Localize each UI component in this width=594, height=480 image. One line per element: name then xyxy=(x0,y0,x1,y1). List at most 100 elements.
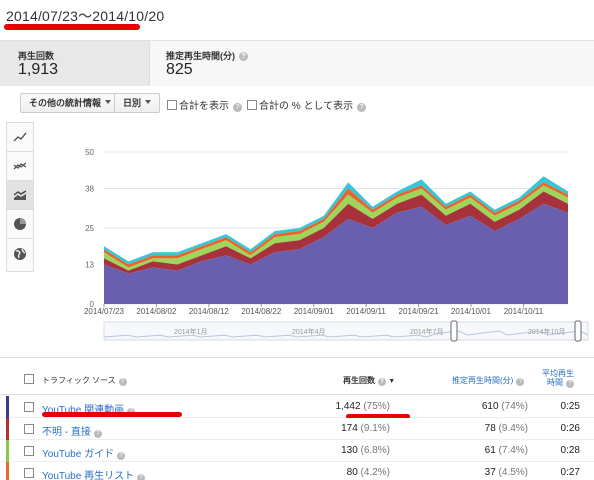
views-value: 174 xyxy=(341,423,358,434)
x-tick-label: 2014/09/01 xyxy=(294,307,335,316)
table-row: YouTube 再生リスト? 80 (4.2%) 37 (4.5%) 0:27 xyxy=(0,462,594,480)
x-tick-label: 2014/07/23 xyxy=(84,307,125,316)
help-icon[interactable]: ? xyxy=(137,474,146,480)
avg-value: 0:26 xyxy=(560,423,580,434)
show-total-pct-checkbox[interactable]: 合計の % として表示? xyxy=(247,97,367,112)
help-icon[interactable]: ? xyxy=(378,378,386,386)
header-source: トラフィック ソース xyxy=(42,376,116,385)
line-chart-button[interactable] xyxy=(7,123,33,152)
row-checkbox[interactable] xyxy=(24,446,34,456)
interval-label: 日別 xyxy=(123,98,142,108)
series-color-stripe xyxy=(6,462,9,480)
time-pct: (74%) xyxy=(501,401,528,412)
multiline-chart-button[interactable] xyxy=(7,152,33,181)
views-pct: (4.2%) xyxy=(360,467,390,478)
chart-type-sidebar xyxy=(6,122,34,272)
other-stats-dropdown[interactable]: その他の統計情報 xyxy=(20,93,121,113)
series-color-stripe xyxy=(6,440,9,462)
pie-chart-icon xyxy=(14,218,26,230)
time-value: 61 xyxy=(484,445,496,456)
show-total-checkbox[interactable]: 合計を表示? xyxy=(167,97,242,112)
metric-views[interactable]: 再生回数 1,913 xyxy=(0,41,150,87)
y-tick-label: 25 xyxy=(85,224,94,233)
help-icon[interactable]: ? xyxy=(239,52,248,61)
avg-value: 0:25 xyxy=(560,401,580,412)
table-header: トラフィック ソース? 再生回数? ▼ 推定再生時間(分)? 平均再生時間? xyxy=(0,363,594,395)
help-icon[interactable]: ? xyxy=(93,430,102,438)
time-value: 78 xyxy=(484,423,496,434)
x-tick-label: 2014/10/11 xyxy=(504,307,544,316)
x-tick-label: 2014/09/21 xyxy=(399,307,440,316)
metric-watch-time-label: 推定再生時間(分) xyxy=(166,51,235,61)
row-checkbox[interactable] xyxy=(24,402,34,412)
table-row: YouTube ガイド? 130 (6.8%) 61 (7.4%) 0:28 xyxy=(0,440,594,462)
map-chart-button[interactable] xyxy=(7,239,33,268)
row-checkbox[interactable] xyxy=(24,468,34,478)
source-link[interactable]: YouTube 再生リスト xyxy=(42,471,134,480)
other-stats-label: その他の統計情報 xyxy=(29,98,102,108)
line-chart-icon xyxy=(13,132,27,142)
views-pct: (75%) xyxy=(363,401,390,412)
stacked-area-chart-icon xyxy=(13,190,27,200)
y-tick-label: 50 xyxy=(85,148,94,157)
header-avg-sort[interactable]: 平均再生時間? xyxy=(540,369,574,388)
range-handle xyxy=(450,320,458,342)
header-views: 再生回数 xyxy=(343,376,375,385)
header-time-sort[interactable]: 推定再生時間(分)? xyxy=(452,375,525,386)
globe-icon xyxy=(14,247,26,260)
y-tick-label: 38 xyxy=(85,184,94,193)
table-row: 不明 - 直接? 174 (9.1%) 78 (9.4%) 0:26 xyxy=(0,418,594,440)
time-pct: (9.4%) xyxy=(498,423,528,434)
x-tick-label: 2014/10/01 xyxy=(451,307,492,316)
source-link[interactable]: 不明 - 直接 xyxy=(42,427,91,438)
help-icon[interactable]: ? xyxy=(566,380,574,388)
checkbox[interactable] xyxy=(247,100,257,110)
help-icon[interactable]: ? xyxy=(516,378,525,386)
time-value: 37 xyxy=(484,467,496,478)
x-tick-label: 2014/08/22 xyxy=(241,307,282,316)
metric-watch-time-value: 825 xyxy=(166,61,193,78)
pie-chart-button[interactable] xyxy=(7,210,33,239)
select-all-checkbox[interactable] xyxy=(24,374,34,384)
row-checkbox[interactable] xyxy=(24,424,34,434)
stacked-area-chart: 0132538502014/07/23 2014/08/02 2014/08/12 2… xyxy=(84,148,589,342)
show-total-pct-label: 合計の % として表示 xyxy=(259,101,354,112)
chevron-down-icon xyxy=(105,100,112,104)
metrics-bar: 再生回数 1,913 推定再生時間(分)? 825 xyxy=(0,40,594,87)
help-icon[interactable]: ? xyxy=(117,452,126,460)
checkbox[interactable] xyxy=(167,100,177,110)
section-divider xyxy=(0,357,594,358)
sort-desc-icon: ▼ xyxy=(388,378,396,385)
red-annotation-underline xyxy=(42,412,182,417)
help-icon[interactable]: ? xyxy=(233,103,242,112)
stacked-area-chart-button[interactable] xyxy=(7,181,33,210)
metric-watch-time[interactable]: 推定再生時間(分)? 825 xyxy=(150,41,594,87)
time-pct: (7.4%) xyxy=(498,445,528,456)
date-range-header: 2014/07/23～2014/10/20 xyxy=(0,0,594,40)
range-handle xyxy=(574,320,582,342)
date-range-text[interactable]: 2014/07/23～2014/10/20 xyxy=(6,6,164,26)
avg-value: 0:27 xyxy=(560,467,580,478)
header-views-sort[interactable]: 再生回数? ▼ xyxy=(343,375,395,386)
interval-dropdown[interactable]: 日別 xyxy=(114,93,161,113)
help-icon[interactable]: ? xyxy=(118,378,127,386)
views-pct: (6.8%) xyxy=(360,445,390,456)
overview-label: 2014年7月 xyxy=(410,327,443,336)
source-link[interactable]: YouTube ガイド xyxy=(42,449,114,460)
views-value: 80 xyxy=(346,467,358,478)
y-tick-label: 13 xyxy=(85,260,94,269)
views-value: 1,442 xyxy=(335,401,361,412)
show-total-label: 合計を表示 xyxy=(179,101,229,112)
time-value: 610 xyxy=(481,401,499,412)
x-tick-label: 2014/09/11 xyxy=(346,307,386,316)
chevron-down-icon xyxy=(145,100,152,104)
overview-label: 2014年4月 xyxy=(292,327,325,336)
chart-controls: その他の統計情報 日別 合計を表示? 合計の % として表示? xyxy=(0,86,594,118)
help-icon[interactable]: ? xyxy=(357,103,367,112)
views-pct: (9.1%) xyxy=(360,423,390,434)
red-annotation-underline xyxy=(4,24,140,30)
header-time: 推定再生時間(分) xyxy=(452,376,514,385)
series-color-stripe xyxy=(6,418,9,440)
views-value: 130 xyxy=(341,445,358,456)
x-tick-label: 2014/08/12 xyxy=(189,307,230,316)
